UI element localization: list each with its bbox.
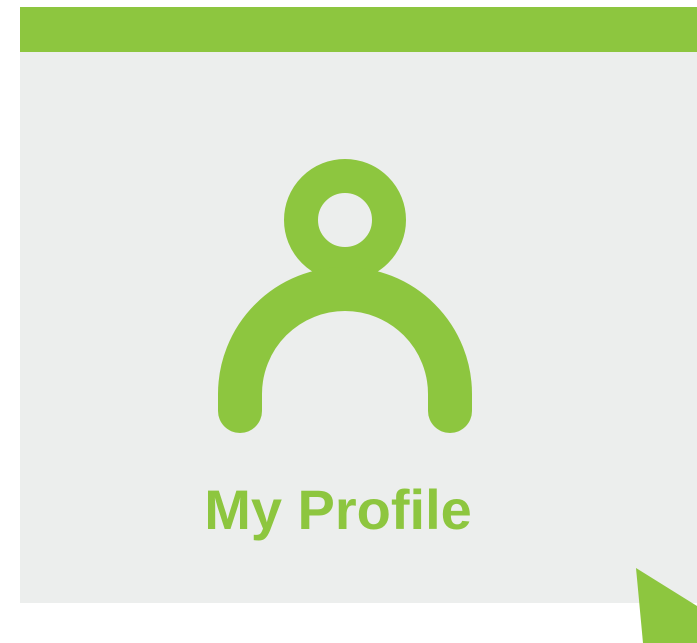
my-profile-tile[interactable]: My Profile	[20, 7, 697, 603]
tile-top-bar	[20, 7, 697, 52]
user-profile-icon	[218, 159, 472, 433]
tile-title: My Profile	[204, 478, 472, 541]
